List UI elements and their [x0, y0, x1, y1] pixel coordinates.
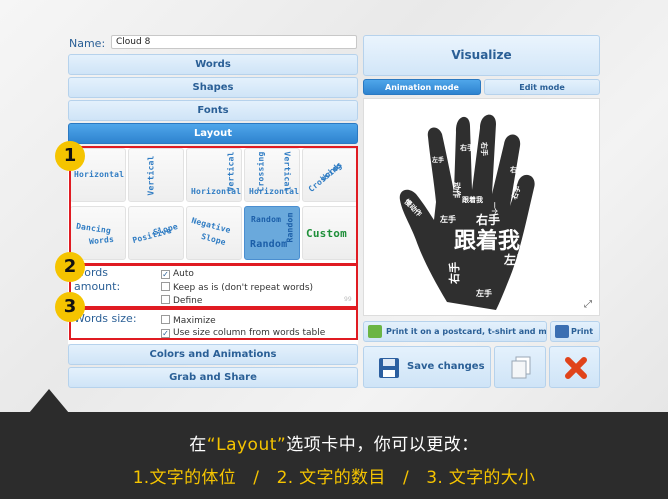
annotation-badge-2: 2	[55, 252, 85, 282]
print-postcard-label: Print it on a postcard, t-shirt and more	[386, 327, 547, 336]
layout-section-button[interactable]: Layout	[68, 123, 358, 144]
printer-icon	[555, 325, 569, 338]
annotation-box-3	[69, 308, 358, 340]
annotation-box-2	[69, 264, 358, 308]
cloud-word: 动作	[452, 182, 462, 198]
name-label: Name:	[69, 37, 106, 50]
animation-mode-tab[interactable]: Animation mode	[363, 79, 481, 95]
cloud-word-big: 跟着我	[454, 228, 520, 254]
save-changes-button[interactable]: Save changes	[363, 346, 491, 388]
cloud-word: 左手	[431, 156, 444, 164]
cloud-word: 右手	[447, 262, 461, 285]
cloud-word: 左手	[439, 214, 456, 224]
cloud-word: 右手	[509, 165, 524, 174]
cloud-word: 右手	[480, 141, 489, 156]
caption-prefix: 在	[189, 435, 207, 455]
save-label: Save changes	[407, 361, 485, 372]
caption-suffix: 选项卡中，你可以更改：	[286, 435, 479, 455]
cloud-word: 右手	[459, 143, 474, 152]
caption-line-2: 1.文字的体位 / 2. 文字的数目 / 3. 文字的大小	[132, 468, 536, 488]
grab-share-section-button[interactable]: Grab and Share	[68, 367, 358, 388]
words-section-button[interactable]: Words	[68, 54, 358, 75]
copy-icon	[511, 356, 531, 379]
annotation-box-1	[69, 146, 358, 265]
cloud-word: 左手	[475, 288, 492, 298]
copy-button[interactable]	[494, 346, 546, 388]
caption-layout-highlight: “Layout”	[206, 435, 287, 455]
name-input[interactable]: Cloud 8	[111, 35, 357, 49]
cloud-word: 右手	[475, 212, 500, 227]
caption-pointer	[29, 389, 69, 413]
visualize-button[interactable]: Visualize	[363, 35, 600, 76]
delete-button[interactable]	[549, 346, 600, 388]
caption-line-1: 在“Layout”选项卡中，你可以更改：	[0, 430, 668, 455]
print-button[interactable]: Print	[550, 321, 600, 342]
cloud-word: 左手	[503, 252, 528, 267]
print-postcard-button[interactable]: Print it on a postcard, t-shirt and more	[363, 321, 547, 342]
annotation-badge-1: 1	[55, 141, 85, 171]
word-cloud-canvas[interactable]: 跟着我 右手 左手 右手 左手 右手 右手 左手 跟着我 一个 动作 右手 左手…	[363, 98, 600, 316]
postcard-icon	[368, 325, 382, 338]
fonts-section-button[interactable]: Fonts	[68, 100, 358, 121]
floppy-disk-icon	[379, 358, 399, 378]
close-x-icon	[565, 357, 587, 379]
cloud-word: 跟着我	[462, 195, 483, 204]
name-row: Name: Cloud 8	[68, 35, 358, 51]
colors-animations-section-button[interactable]: Colors and Animations	[68, 344, 358, 365]
cloud-word: 一个	[490, 202, 498, 215]
hand-word-cloud: 跟着我 右手 左手 右手 左手 右手 右手 左手 跟着我 一个 动作 右手 左手…	[399, 114, 535, 310]
annotation-badge-3: 3	[55, 292, 85, 322]
edit-mode-tab[interactable]: Edit mode	[484, 79, 600, 95]
print-label: Print	[571, 327, 594, 336]
fullscreen-icon[interactable]: ⤢	[582, 299, 594, 311]
shapes-section-button[interactable]: Shapes	[68, 77, 358, 98]
